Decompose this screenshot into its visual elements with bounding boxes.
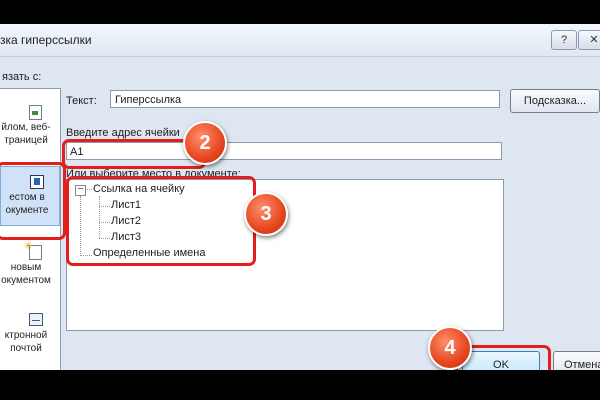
title-bar: зка гиперссылки ? ✕ [0,24,600,57]
link-to-label: язать с: [2,71,42,83]
step-badge-3: 3 [244,192,288,236]
email-icon [22,313,43,327]
close-button[interactable]: ✕ [578,30,600,50]
dialog-title: зка гиперссылки [0,33,92,47]
sidebar-item-email[interactable]: ктронной почтой [0,305,58,363]
cell-address-label: Введите адрес ячейки [66,127,180,139]
text-to-display-field[interactable]: Гиперссылка [110,90,500,108]
sidebar-item-file-web-page[interactable]: йлом, веб- траницей [0,97,58,155]
step-badge-4: 4 [428,326,472,370]
insert-hyperlink-dialog: зка гиперссылки ? ✕ язать с: йлом, веб- … [0,24,600,370]
text-label: Текст: [66,95,97,107]
cancel-button[interactable]: Отмена [553,351,600,370]
file-web-icon [22,105,42,120]
highlight-document-tree [66,176,256,266]
new-document-icon [22,240,42,260]
sidebar-item-label: ктронной почтой [4,330,48,354]
step-badge-2: 2 [183,121,227,165]
highlight-place-in-document [0,162,66,240]
screentip-button[interactable]: Подсказка... [510,89,600,113]
help-button[interactable]: ? [551,30,577,50]
sidebar-item-label: новым окументом [1,262,51,286]
sidebar-item-label: йлом, веб- траницей [1,122,51,146]
sidebar-item-new-document[interactable]: новым окументом [0,237,58,295]
